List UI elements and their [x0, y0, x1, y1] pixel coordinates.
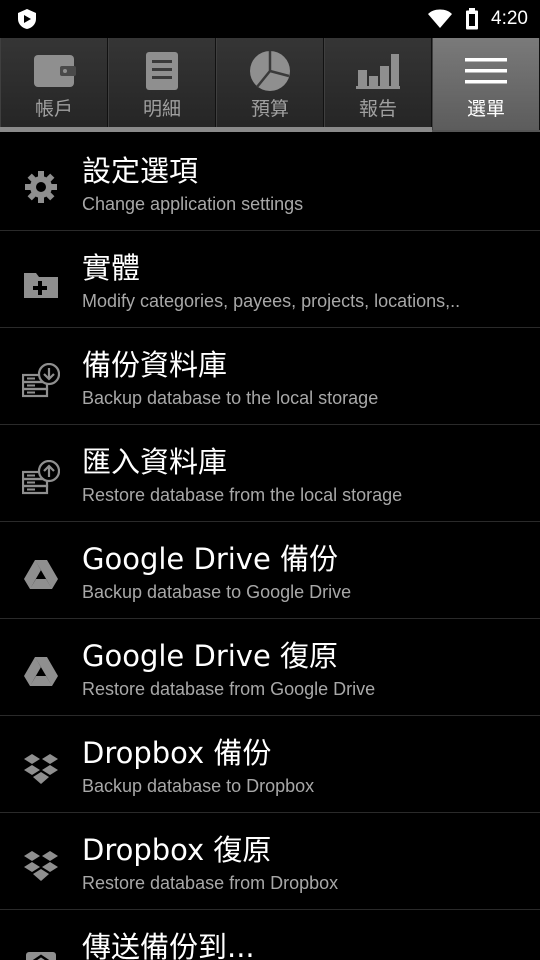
- item-title: 傳送備份到...: [82, 930, 255, 960]
- item-title: 設定選項: [82, 154, 199, 188]
- item-title: Google Drive 備份: [82, 542, 339, 576]
- list-item-restore-local[interactable]: 匯入資料庫 Restore database from the local st…: [0, 425, 540, 522]
- item-title: Google Drive 復原: [82, 639, 339, 673]
- folder-plus-icon: [22, 267, 60, 301]
- wifi-icon: [428, 9, 453, 28]
- list-item-google-drive-restore[interactable]: Google Drive 復原 Restore database from Go…: [0, 619, 540, 716]
- database-backup-icon: [22, 363, 60, 398]
- tab-budgets[interactable]: 預算: [216, 38, 324, 130]
- dropbox-icon: [22, 849, 60, 883]
- item-subtitle: Change application settings: [82, 194, 304, 214]
- item-title: 備份資料庫: [82, 348, 228, 382]
- wallet-icon: [31, 50, 77, 92]
- database-restore-icon: [22, 460, 60, 495]
- menu-icon: [463, 50, 509, 92]
- tab-bar: 帳戶 明細 預算 報告 選單: [0, 38, 540, 132]
- item-title: Dropbox 復原: [82, 833, 272, 867]
- google-drive-icon: [22, 558, 60, 592]
- tab-label: 預算: [250, 98, 289, 120]
- menu-list: 設定選項 Change application settings 實體 Modi…: [0, 134, 540, 960]
- item-subtitle: Modify categories, payees, projects, loc…: [82, 291, 461, 311]
- item-subtitle: Backup database to Dropbox: [82, 776, 315, 796]
- item-title: 實體: [82, 251, 141, 285]
- list-item-dropbox-backup[interactable]: Dropbox 備份 Backup database to Dropbox: [0, 716, 540, 813]
- list-item-entities[interactable]: 實體 Modify categories, payees, projects, …: [0, 231, 540, 328]
- tab-menu[interactable]: 選單: [432, 38, 540, 130]
- tab-label: 選單: [466, 98, 505, 120]
- list-item-google-drive-backup[interactable]: Google Drive 備份 Backup database to Googl…: [0, 522, 540, 619]
- bar-chart-icon: [355, 50, 401, 92]
- item-subtitle: Restore database from Dropbox: [82, 873, 339, 893]
- item-title: Dropbox 備份: [82, 736, 272, 770]
- item-subtitle: Backup database to the local storage: [82, 388, 379, 408]
- battery-icon: [466, 8, 479, 30]
- clock: 4:20: [491, 8, 528, 29]
- tab-accounts[interactable]: 帳戶: [0, 38, 108, 130]
- tab-label: 帳戶: [34, 98, 73, 120]
- tab-reports[interactable]: 報告: [324, 38, 432, 130]
- tab-underline: [0, 127, 432, 132]
- tab-label: 報告: [358, 98, 397, 120]
- list-item-settings[interactable]: 設定選項 Change application settings: [0, 134, 540, 231]
- list-icon: [139, 50, 185, 92]
- pie-chart-icon: [247, 50, 293, 92]
- list-item-dropbox-restore[interactable]: Dropbox 復原 Restore database from Dropbox: [0, 813, 540, 910]
- tab-transactions[interactable]: 明細: [108, 38, 216, 130]
- item-subtitle: Restore database from the local storage: [82, 485, 403, 505]
- google-drive-icon: [22, 655, 60, 689]
- gear-icon: [22, 170, 60, 204]
- app-shield-icon: [18, 9, 36, 29]
- item-subtitle: Restore database from Google Drive: [82, 679, 376, 699]
- list-item-backup-local[interactable]: 備份資料庫 Backup database to the local stora…: [0, 328, 540, 425]
- list-item-send-backup[interactable]: 傳送備份到...: [0, 910, 540, 960]
- status-bar: 4:20: [0, 0, 540, 38]
- tab-label: 明細: [142, 98, 181, 120]
- item-subtitle: Backup database to Google Drive: [82, 582, 352, 602]
- send-backup-icon: [22, 946, 60, 960]
- item-title: 匯入資料庫: [82, 445, 228, 479]
- dropbox-icon: [22, 752, 60, 786]
